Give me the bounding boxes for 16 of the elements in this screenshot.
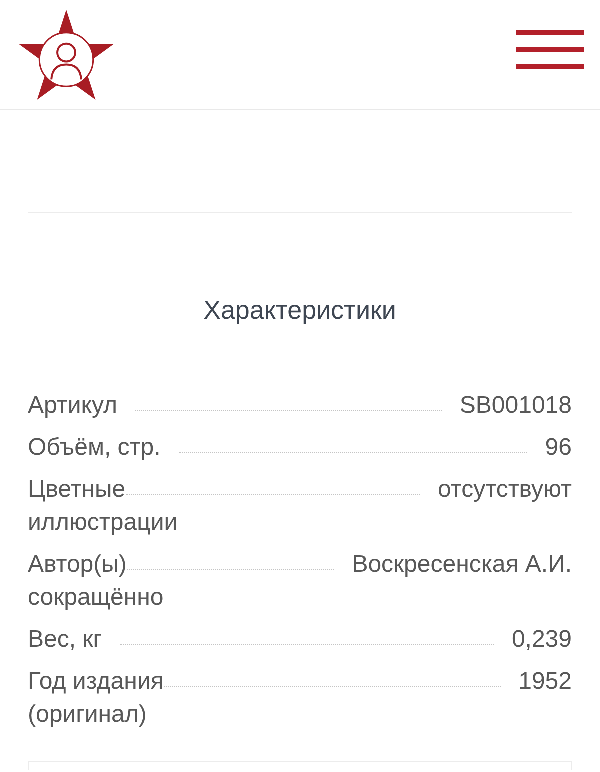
menu-icon (516, 30, 584, 69)
spec-value: 96 (545, 433, 572, 463)
spec-value: 0,239 (512, 625, 572, 655)
spec-value: Воскресенская А.И. (352, 550, 572, 580)
spec-value: 1952 (518, 667, 572, 697)
spec-label: Год издания (оригинал) (28, 667, 165, 730)
section-title: Характеристики (204, 294, 396, 326)
spec-label: Автор(ы) сокращённо (28, 550, 165, 613)
spec-label: Вес, кг (28, 625, 103, 655)
spec-label: Цветные иллюстрации (28, 475, 179, 538)
spec-value: SB001018 (460, 391, 572, 421)
spec-label: Объём, стр. (28, 433, 162, 463)
spec-label: Артикул (28, 391, 118, 421)
menu-button[interactable] (516, 30, 584, 69)
star-emblem-icon[interactable] (19, 10, 114, 100)
spec-value: отсутствуют (438, 475, 572, 505)
